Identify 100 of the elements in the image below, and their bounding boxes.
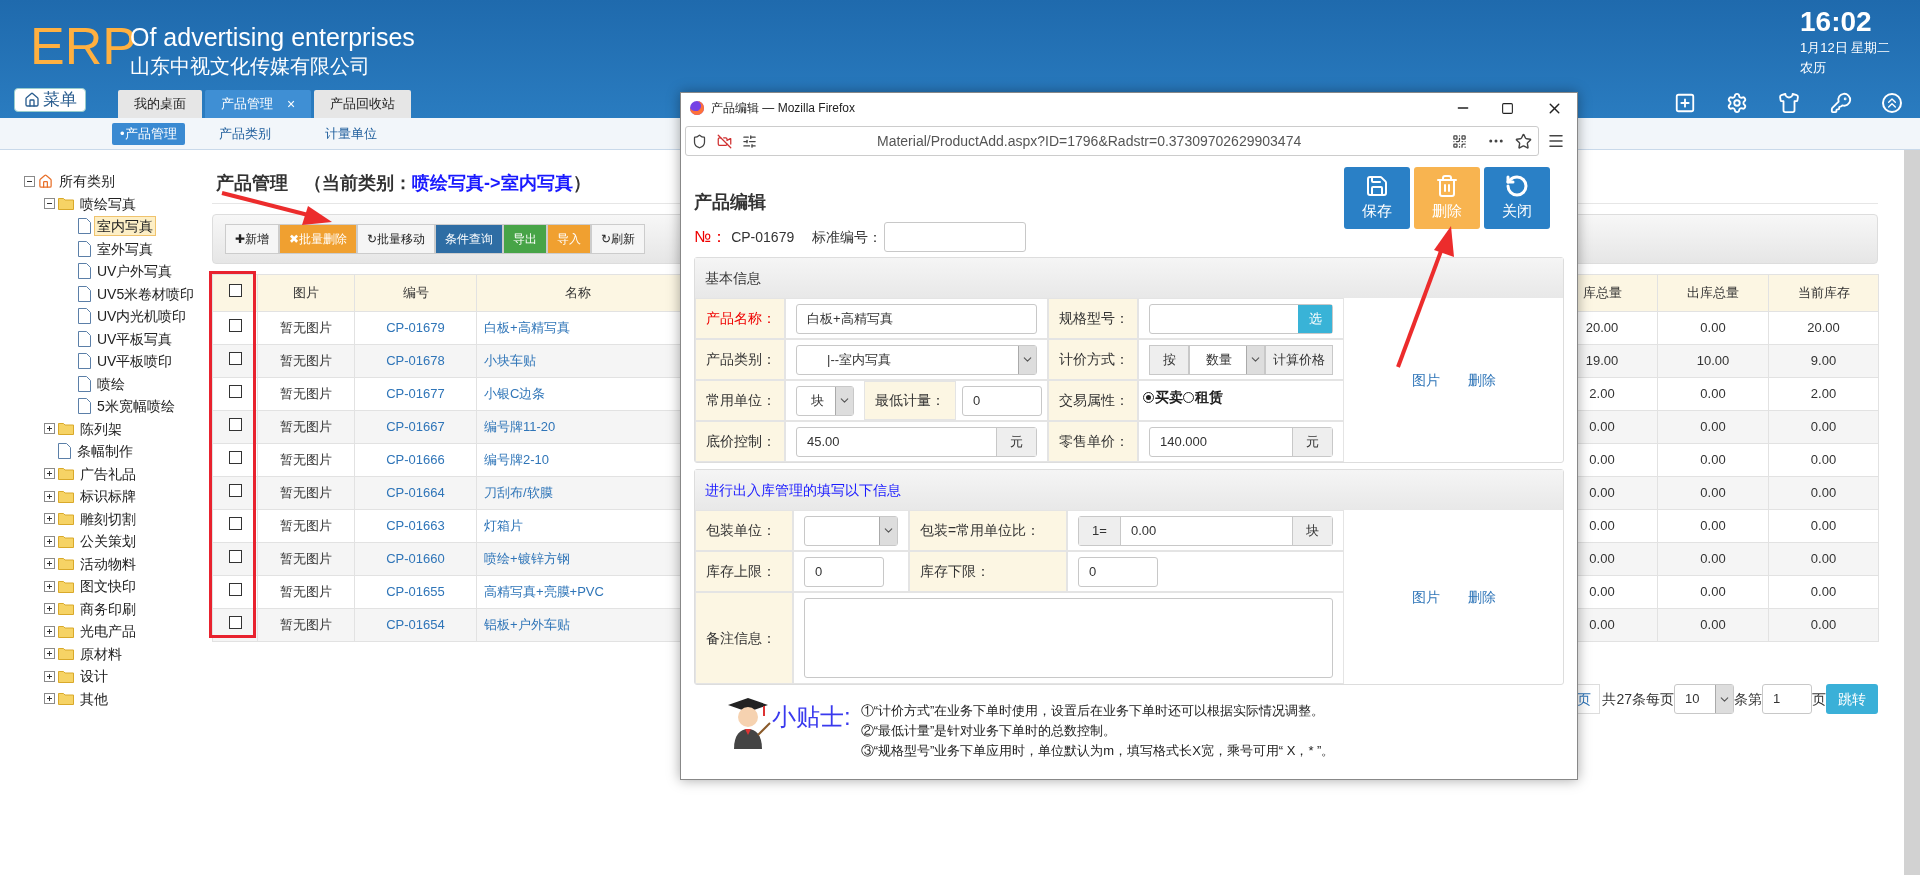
collapse-icon[interactable]	[44, 198, 55, 210]
checkbox[interactable]	[228, 616, 242, 630]
tree-item[interactable]: 设计	[77, 666, 111, 687]
checkbox[interactable]	[228, 484, 242, 498]
tree-item[interactable]: 喷绘写真	[77, 193, 139, 214]
product-code-link[interactable]: CP-01677	[354, 377, 477, 411]
tree-item[interactable]: UV平板喷印	[94, 351, 176, 372]
checkbox[interactable]	[228, 418, 242, 432]
expand-icon[interactable]	[44, 625, 55, 637]
product-code-link[interactable]: CP-01654	[354, 608, 477, 642]
product-name-link[interactable]: 小块车贴	[484, 353, 536, 369]
product-code-link[interactable]: CP-01667	[354, 410, 477, 444]
expand-icon[interactable]	[44, 670, 55, 682]
product-code-link[interactable]: CP-01666	[354, 443, 477, 477]
retail-price-input[interactable]: 140.000 元	[1149, 426, 1333, 457]
expand-icon[interactable]	[44, 648, 55, 660]
standard-number-input[interactable]	[884, 222, 1027, 252]
qr-code-icon[interactable]	[1452, 133, 1467, 149]
action-button[interactable]: 关闭	[1484, 167, 1550, 229]
expand-icon[interactable]	[44, 513, 55, 525]
product-name-link[interactable]: 喷绘+镀锌方钢	[484, 551, 570, 567]
product-code-link[interactable]: CP-01664	[354, 476, 477, 510]
subnav-item[interactable]: 产品类别	[198, 122, 291, 145]
expand-icon[interactable]	[44, 490, 55, 502]
url-bar[interactable]: Material/ProductAdd.aspx?ID=1796&Radstr=0.37309702629903474	[685, 126, 1539, 156]
add-widget-icon[interactable]	[1674, 92, 1696, 114]
radio-option[interactable]: 买卖	[1143, 387, 1183, 408]
tree-item[interactable]: 室内写真	[94, 216, 156, 237]
stock-min-input[interactable]: 0	[1078, 556, 1158, 587]
collapse-icon[interactable]	[24, 175, 35, 187]
expand-icon[interactable]	[44, 580, 55, 592]
product-code-link[interactable]: CP-01663	[354, 509, 477, 543]
product-code-link[interactable]: CP-01678	[354, 344, 477, 378]
delete-link[interactable]: 删除	[1467, 586, 1496, 608]
delete-link[interactable]: 删除	[1467, 369, 1496, 391]
expand-icon[interactable]	[44, 558, 55, 570]
chevrons-up-icon[interactable]	[1882, 93, 1902, 113]
floor-price-input[interactable]: 45.00 元	[796, 426, 1037, 457]
tree-item[interactable]: 条幅制作	[74, 441, 136, 462]
tree-item[interactable]: UV平板写真	[94, 328, 176, 349]
maximize-icon[interactable]	[1501, 101, 1514, 115]
checkbox[interactable]	[228, 352, 242, 366]
subnav-item[interactable]: 计量单位	[304, 122, 397, 145]
checkbox[interactable]	[228, 319, 242, 333]
tree-item[interactable]: UV5米卷材喷印	[94, 283, 198, 304]
tree-item[interactable]: 5米宽幅喷绘	[94, 396, 178, 417]
product-name-link[interactable]: 编号牌11-20	[484, 419, 556, 435]
checkbox[interactable]	[228, 550, 242, 564]
tree-item[interactable]: 其他	[77, 688, 111, 709]
product-name-link[interactable]: 高精写真+亮膜+PVC	[484, 584, 604, 600]
radio-option[interactable]: 租赁	[1183, 387, 1223, 408]
product-code-link[interactable]: CP-01660	[354, 542, 477, 576]
action-button[interactable]: 保存	[1344, 167, 1410, 229]
tree-item[interactable]: 公关策划	[77, 531, 139, 552]
tree-item[interactable]: UV内光机喷印	[94, 306, 190, 327]
checkbox[interactable]	[228, 583, 242, 597]
checkbox[interactable]	[228, 284, 242, 298]
tree-item[interactable]: 所有类别	[56, 171, 118, 192]
tree-item[interactable]: 图文快印	[77, 576, 139, 597]
scrollbar[interactable]	[1904, 150, 1920, 875]
toolbar-button[interactable]: ↻批量移动	[357, 224, 435, 254]
key-icon[interactable]	[1830, 92, 1852, 114]
product-name-link[interactable]: 刀刮布/软膜	[484, 485, 553, 501]
shirt-icon[interactable]	[1778, 92, 1800, 114]
toolbar-button[interactable]: 条件查询	[435, 224, 503, 254]
stock-max-input[interactable]: 0	[804, 556, 884, 587]
checkbox[interactable]	[228, 385, 242, 399]
tree-item[interactable]: 室外写真	[94, 238, 156, 259]
pricing-select[interactable]: 数量	[1189, 344, 1265, 375]
tab[interactable]: 我的桌面	[118, 90, 202, 118]
product-name-link[interactable]: 铝板+户外车贴	[484, 617, 570, 633]
bookmark-icon[interactable]	[1515, 132, 1532, 150]
expand-icon[interactable]	[44, 603, 55, 615]
checkbox[interactable]	[228, 517, 242, 531]
product-name-link[interactable]: 灯箱片	[484, 518, 523, 534]
settings-icon[interactable]	[1726, 92, 1748, 114]
tree-item[interactable]: 雕刻切割	[77, 508, 139, 529]
tree-item[interactable]: 活动物料	[77, 553, 139, 574]
tree-item[interactable]: 广告礼品	[77, 463, 139, 484]
expand-icon[interactable]	[44, 468, 55, 480]
tree-item[interactable]: 喷绘	[94, 373, 128, 394]
toolbar-button[interactable]: ✚新增	[225, 224, 279, 254]
tab[interactable]: 产品回收站	[314, 90, 412, 118]
tree-item[interactable]: 光电产品	[77, 621, 139, 642]
toolbar-button[interactable]: ↻刷新	[591, 224, 645, 254]
tree-item[interactable]: 标识标牌	[77, 486, 139, 507]
product-name-link[interactable]: 小银C边条	[484, 386, 546, 402]
expand-icon[interactable]	[44, 693, 55, 705]
minimum-quantity-input[interactable]: 0	[962, 385, 1042, 416]
product-name-link[interactable]: 白板+高精写真	[484, 320, 570, 336]
subnav-item[interactable]: •产品管理	[112, 122, 185, 145]
picture-link[interactable]: 图片	[1411, 369, 1440, 391]
menu-button[interactable]: 菜单	[14, 88, 86, 112]
expand-icon[interactable]	[44, 535, 55, 547]
tree-item[interactable]: 陈列架	[77, 418, 125, 439]
product-name-link[interactable]: 编号牌2-10	[484, 452, 550, 468]
tree-item[interactable]: 商务印刷	[77, 598, 139, 619]
product-code-link[interactable]: CP-01655	[354, 575, 477, 609]
calculate-price-button[interactable]: 计算价格	[1265, 344, 1333, 375]
picture-link[interactable]: 图片	[1411, 586, 1440, 608]
